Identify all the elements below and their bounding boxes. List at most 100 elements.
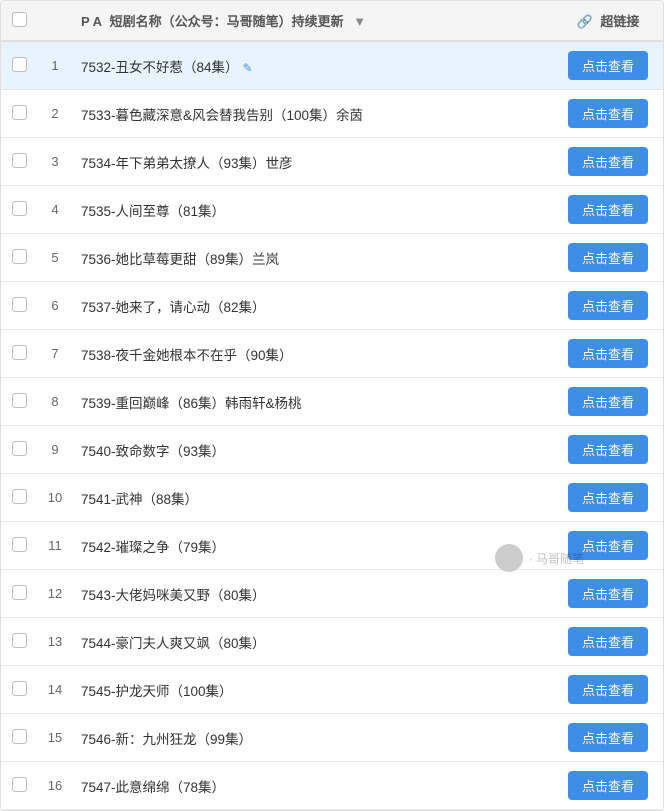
row-link-cell[interactable]: 点击查看 [553,282,663,330]
row-link-cell[interactable]: 点击查看 [553,186,663,234]
view-button[interactable]: 点击查看 [568,243,648,272]
row-number: 2 [37,90,73,138]
row-checkbox-cell[interactable] [1,762,37,810]
row-link-cell[interactable]: 点击查看 [553,330,663,378]
view-button[interactable]: 点击查看 [568,339,648,368]
row-link-cell[interactable]: 点击查看 [553,378,663,426]
row-checkbox[interactable] [12,393,27,408]
row-checkbox[interactable] [12,201,27,216]
row-checkbox[interactable] [12,297,27,312]
row-checkbox[interactable] [12,441,27,456]
filter-icon[interactable]: ▼ [353,14,366,29]
row-checkbox[interactable] [12,489,27,504]
header-checkbox[interactable] [12,12,27,27]
row-link-cell[interactable]: 点击查看 [553,522,663,570]
view-button[interactable]: 点击查看 [568,579,648,608]
row-checkbox[interactable] [12,537,27,552]
row-number: 10 [37,474,73,522]
row-checkbox-cell[interactable] [1,330,37,378]
table-header-row: P A 短剧名称（公众号：马哥随笔）持续更新 ▼ 🔗 超链接 [1,1,663,41]
view-button[interactable]: 点击查看 [568,51,648,80]
row-number: 7 [37,330,73,378]
row-link-cell[interactable]: 点击查看 [553,570,663,618]
row-title: 7544-豪门夫人爽又飒（80集） [73,618,553,666]
row-checkbox[interactable] [12,153,27,168]
view-button[interactable]: 点击查看 [568,291,648,320]
table-row: 37534-年下弟弟太撩人（93集）世彦点击查看 [1,138,663,186]
view-button[interactable]: 点击查看 [568,627,648,656]
row-link-cell[interactable]: 点击查看 [553,714,663,762]
table-row: 137544-豪门夫人爽又飒（80集） 点击查看 [1,618,663,666]
row-link-cell[interactable]: 点击查看 [553,41,663,90]
row-checkbox-cell[interactable] [1,138,37,186]
row-number: 13 [37,618,73,666]
view-button[interactable]: 点击查看 [568,771,648,800]
row-title: 7540-致命数字（93集） [73,426,553,474]
view-button[interactable]: 点击查看 [568,99,648,128]
row-checkbox-cell[interactable] [1,378,37,426]
row-checkbox-cell[interactable] [1,714,37,762]
row-link-cell[interactable]: 点击查看 [553,474,663,522]
row-checkbox-cell[interactable] [1,186,37,234]
row-number: 5 [37,234,73,282]
row-link-cell[interactable]: 点击查看 [553,666,663,714]
view-button[interactable]: 点击查看 [568,531,648,560]
row-checkbox-cell[interactable] [1,522,37,570]
row-link-cell[interactable]: 点击查看 [553,234,663,282]
view-button[interactable]: 点击查看 [568,675,648,704]
row-title: 7539-重回巅峰（86集）韩雨轩&杨桃 [73,378,553,426]
table-row: 107541-武神（88集） 点击查看 [1,474,663,522]
row-checkbox-cell[interactable] [1,282,37,330]
row-link-cell[interactable]: 点击查看 [553,426,663,474]
table-row: 167547-此意绵绵（78集）点击查看 [1,762,663,810]
row-checkbox-cell[interactable] [1,666,37,714]
row-link-cell[interactable]: 点击查看 [553,90,663,138]
row-checkbox[interactable] [12,681,27,696]
title-header: P A 短剧名称（公众号：马哥随笔）持续更新 ▼ [73,1,553,41]
row-title: 7543-大佬妈咪美又野（80集） [73,570,553,618]
row-checkbox[interactable] [12,57,27,72]
num-header [37,1,73,41]
header-sort-icons[interactable]: P A [81,14,102,29]
row-checkbox[interactable] [12,105,27,120]
row-checkbox-cell[interactable] [1,570,37,618]
view-button[interactable]: 点击查看 [568,387,648,416]
view-button[interactable]: 点击查看 [568,723,648,752]
row-checkbox[interactable] [12,249,27,264]
table-row: 157546-新：九州狂龙（99集）点击查看 [1,714,663,762]
view-button[interactable]: 点击查看 [568,435,648,464]
row-title: 7545-护龙天师（100集） [73,666,553,714]
row-number: 9 [37,426,73,474]
row-number: 6 [37,282,73,330]
row-link-cell[interactable]: 点击查看 [553,762,663,810]
view-button[interactable]: 点击查看 [568,147,648,176]
row-title: 7546-新：九州狂龙（99集） [73,714,553,762]
row-title: 7536-她比草莓更甜（89集）兰岚 [73,234,553,282]
row-link-cell[interactable]: 点击查看 [553,618,663,666]
row-number: 14 [37,666,73,714]
row-checkbox[interactable] [12,345,27,360]
row-checkbox-cell[interactable] [1,234,37,282]
row-title: 7533-暮色藏深意&风会替我告别（100集）余茵 [73,90,553,138]
row-checkbox[interactable] [12,729,27,744]
row-number: 12 [37,570,73,618]
row-checkbox[interactable] [12,633,27,648]
row-checkbox-cell[interactable] [1,41,37,90]
row-checkbox-cell[interactable] [1,90,37,138]
checkbox-header[interactable] [1,1,37,41]
row-checkbox[interactable] [12,585,27,600]
row-link-cell[interactable]: 点击查看 [553,138,663,186]
view-button[interactable]: 点击查看 [568,195,648,224]
row-title: 7532-丑女不好惹（84集） ✎ [73,41,553,90]
row-checkbox[interactable] [12,777,27,792]
row-title: 7541-武神（88集） [73,474,553,522]
row-checkbox-cell[interactable] [1,618,37,666]
table-row: 27533-暮色藏深意&风会替我告别（100集）余茵点击查看 [1,90,663,138]
data-table: P A 短剧名称（公众号：马哥随笔）持续更新 ▼ 🔗 超链接 17532-丑女不… [1,1,663,810]
row-checkbox-cell[interactable] [1,426,37,474]
row-title: 7542-璀璨之争（79集） [73,522,553,570]
edit-icon[interactable]: ✎ [243,61,253,75]
row-checkbox-cell[interactable] [1,474,37,522]
view-button[interactable]: 点击查看 [568,483,648,512]
sort-text-icon: P A [81,14,102,29]
